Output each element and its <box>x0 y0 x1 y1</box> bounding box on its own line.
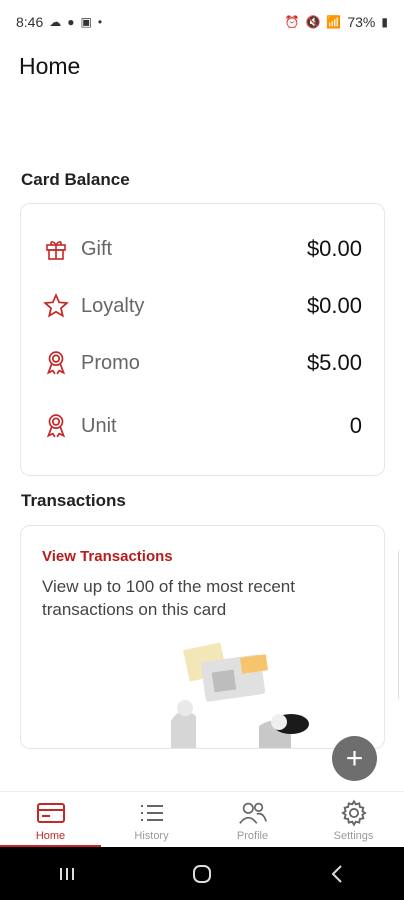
status-bar: 8:46 ☁ ● ▣ • ⏰ 🔇 📶 73% ▮ <box>0 0 404 44</box>
battery-text: 73% <box>347 14 376 30</box>
balance-label: Gift <box>81 237 113 260</box>
add-button[interactable]: + <box>332 736 377 781</box>
recent-apps-button[interactable] <box>37 854 97 894</box>
alarm-icon: ⏰ <box>284 15 300 29</box>
balance-value: $0.00 <box>306 293 362 318</box>
scroll-hint <box>398 550 404 700</box>
balance-label: Loyalty <box>81 294 145 317</box>
hd-icon: ▣ <box>80 15 92 29</box>
nav-profile[interactable]: Profile <box>202 792 303 848</box>
nav-label: Home <box>35 830 66 842</box>
app-icon: ● <box>67 15 75 29</box>
home-button[interactable] <box>172 854 232 894</box>
system-nav-bar <box>0 847 404 900</box>
balance-row-gift: Gift $0.00 <box>21 229 384 269</box>
transactions-illustration <box>171 642 309 748</box>
balance-card: Gift $0.00 Loyalty $0.00 Promo $5.00 Uni… <box>20 203 385 476</box>
balance-row-promo: Promo $5.00 <box>21 343 384 383</box>
users-icon <box>238 800 268 826</box>
award-icon <box>43 413 69 439</box>
gear-icon <box>339 799 369 827</box>
card-balance-title: Card Balance <box>21 170 130 189</box>
balance-value: $5.00 <box>306 350 362 375</box>
status-time: 8:46 <box>16 14 44 30</box>
card-icon <box>36 800 66 826</box>
transactions-description: View up to 100 of the most recent transa… <box>42 577 295 619</box>
bottom-nav: Home History Profile Settings <box>0 791 404 848</box>
star-icon <box>43 293 69 319</box>
nav-history[interactable]: History <box>101 792 202 848</box>
balance-label: Promo <box>81 351 140 374</box>
balance-row-loyalty: Loyalty $0.00 <box>21 286 384 326</box>
balance-row-unit: Unit 0 <box>21 406 384 446</box>
page-title: Home <box>19 53 81 79</box>
balance-value: 0 <box>349 413 362 438</box>
award-icon <box>43 350 69 376</box>
battery-icon: ▮ <box>381 15 388 29</box>
nav-settings[interactable]: Settings <box>303 792 404 848</box>
mute-icon: 🔇 <box>305 15 321 29</box>
transactions-card[interactable]: View Transactions View up to 100 of the … <box>20 525 385 749</box>
dot-icon: • <box>97 15 103 29</box>
gift-icon <box>43 236 69 262</box>
view-transactions-link[interactable]: View Transactions <box>42 548 173 565</box>
back-button[interactable] <box>307 854 367 894</box>
nav-label: History <box>134 830 169 842</box>
transactions-title: Transactions <box>21 491 126 510</box>
nav-home[interactable]: Home <box>0 792 101 848</box>
nav-label: Profile <box>236 830 269 842</box>
cloud-icon: ☁ <box>49 15 62 29</box>
balance-label: Unit <box>81 414 117 437</box>
nav-label: Settings <box>333 830 374 842</box>
list-icon <box>137 800 167 826</box>
balance-value: $0.00 <box>306 236 362 261</box>
wifi-icon: 📶 <box>326 15 342 29</box>
